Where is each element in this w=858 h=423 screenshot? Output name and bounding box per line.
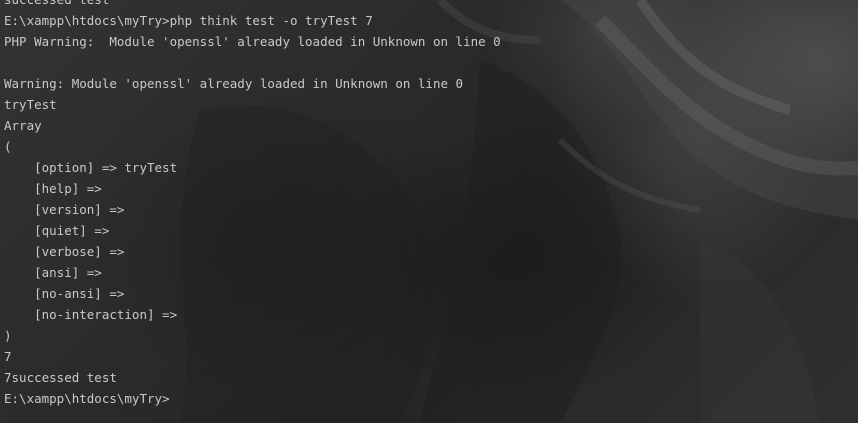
output-line: [no-interaction] => [4,307,178,322]
output-line: [option] => tryTest [4,160,178,175]
output-line: [help] => [4,181,102,196]
output-line: [no-ansi] => [4,286,125,301]
output-line: [ansi] => [4,265,102,280]
command-prompt-line: E:\xampp\htdocs\myTry>php think test -o … [4,13,373,28]
terminal-window[interactable]: successed test E:\xampp\htdocs\myTry>php… [0,0,858,423]
output-line: [verbose] => [4,244,125,259]
output-line: [version] => [4,202,125,217]
output-line: ( [4,139,12,154]
output-line: tryTest [4,97,57,112]
output-line: PHP Warning: Module 'openssl' already lo… [4,34,501,49]
terminal-output: successed test E:\xampp\htdocs\myTry>php… [4,0,501,409]
output-line: ) [4,328,12,343]
output-line: Array [4,118,42,133]
output-line: 7 [4,349,12,364]
output-line: successed test [4,0,501,10]
output-line: 7successed test [4,370,117,385]
output-line: [quiet] => [4,223,110,238]
output-line [4,52,501,73]
command-prompt-line[interactable]: E:\xampp\htdocs\myTry> [4,388,501,409]
output-line: Warning: Module 'openssl' already loaded… [4,76,464,91]
